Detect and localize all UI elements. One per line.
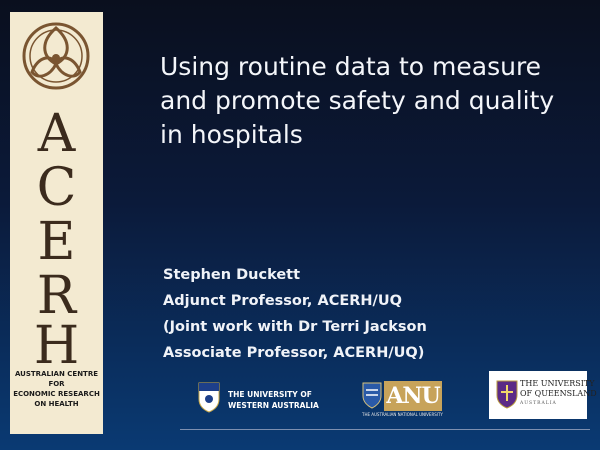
uwa-line: WESTERN AUSTRALIA: [228, 401, 319, 410]
uwa-line: THE UNIVERSITY OF: [228, 390, 312, 399]
title-line: in hospitals: [160, 120, 303, 149]
author-line: (Joint work with Dr Terri Jackson: [163, 319, 427, 335]
uwa-name: THE UNIVERSITY OF WESTERN AUSTRALIA: [228, 389, 319, 411]
author-line: Associate Professor, ACERH/UQ): [163, 345, 425, 361]
uq-name: THE UNIVERSITY OF QUEENSLAND AUSTRALIA: [520, 379, 597, 409]
title-line: and promote safety and quality: [160, 86, 555, 115]
banner-letter-e: E: [37, 212, 76, 272]
title-line: Using routine data to measure: [160, 52, 542, 81]
author-line: Adjunct Professor, ACERH/UQ: [163, 293, 402, 309]
organisation-name: AUSTRALIAN CENTRE FOR ECONOMIC RESEARCH …: [10, 369, 103, 409]
org-line: AUSTRALIAN CENTRE: [14, 370, 98, 378]
org-line: ECONOMIC RESEARCH: [13, 390, 100, 398]
anu-crest-icon: [362, 382, 382, 409]
uq-subtitle: AUSTRALIA: [520, 401, 557, 406]
uwa-logo: THE UNIVERSITY OF WESTERN AUSTRALIA: [197, 381, 327, 419]
uq-logo: THE UNIVERSITY OF QUEENSLAND AUSTRALIA: [489, 371, 597, 419]
anu-wordmark: ANU: [384, 381, 442, 411]
uq-crest-icon: [496, 380, 518, 409]
banner-letter-r: R: [36, 266, 77, 326]
bottom-divider: [180, 429, 590, 430]
anu-subtitle: THE AUSTRALIAN NATIONAL UNIVERSITY: [362, 412, 443, 417]
banner-letter-c: C: [36, 158, 77, 218]
uq-line: THE UNIVERSITY: [520, 379, 595, 388]
anu-logo: ANU THE AUSTRALIAN NATIONAL UNIVERSITY: [362, 381, 448, 419]
banner-letter-h: H: [33, 316, 80, 376]
uq-line: OF QUEENSLAND: [520, 389, 597, 398]
celtic-knot-icon: [22, 22, 90, 90]
banner-letter-a: A: [37, 104, 76, 164]
org-line: ON HEALTH: [34, 400, 79, 408]
acerh-banner: A C E R H AUSTRALIAN CENTRE FOR ECONOMIC…: [10, 12, 103, 434]
slide: A C E R H AUSTRALIAN CENTRE FOR ECONOMIC…: [0, 0, 600, 450]
author-line: Stephen Duckett: [163, 267, 301, 283]
uwa-crest-icon: [198, 382, 220, 413]
org-line: FOR: [48, 380, 65, 388]
slide-title: Using routine data to measure and promot…: [160, 50, 580, 152]
author-block: Stephen Duckett Adjunct Professor, ACERH…: [163, 262, 563, 366]
